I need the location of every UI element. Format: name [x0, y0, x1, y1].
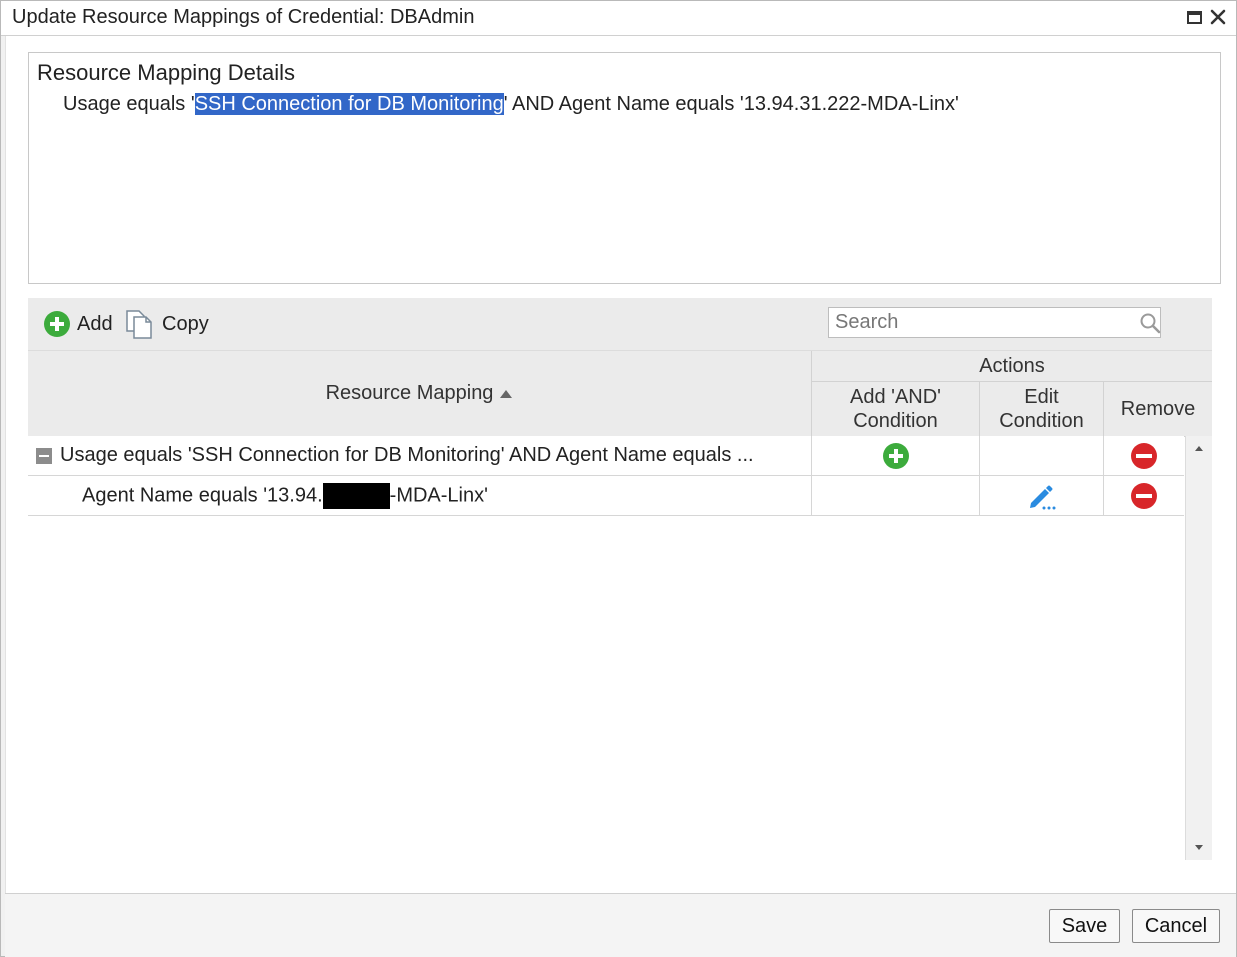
edit-header-line1: Edit	[1024, 386, 1059, 408]
remove-cell	[1104, 476, 1184, 515]
edit-condition-cell	[980, 436, 1104, 475]
vertical-scrollbar[interactable]	[1185, 436, 1212, 860]
scroll-down-arrow-icon[interactable]	[1186, 834, 1212, 860]
resource-mapping-details-panel: Resource Mapping Details Usage equals 'S…	[28, 52, 1221, 284]
table-row[interactable]: Usage equals 'SSH Connection for DB Moni…	[28, 436, 1184, 476]
add-and-header-line1: Add 'AND'	[849, 386, 941, 408]
grid-header: Resource Mapping Actions Add 'AND' Condi…	[28, 350, 1212, 437]
add-and-condition-cell	[812, 436, 980, 475]
close-icon[interactable]	[1208, 6, 1228, 28]
details-text-after: ' AND Agent Name equals '13.94.31.222-MD…	[503, 93, 959, 115]
remove-icon[interactable]	[1130, 482, 1158, 510]
details-expression: Usage equals 'SSH Connection for DB Moni…	[63, 93, 959, 116]
resource-mapping-grid: Add Copy Resource Mapping	[28, 298, 1212, 861]
search-input[interactable]	[829, 308, 1141, 337]
add-and-condition-cell	[812, 476, 980, 515]
cancel-button[interactable]: Cancel	[1132, 909, 1220, 943]
add-condition-icon[interactable]	[882, 442, 910, 470]
column-header-remove: Remove	[1120, 397, 1196, 420]
mapping-text-after: -MDA-Linx'	[389, 483, 488, 506]
resource-mapping-header-label: Resource Mapping	[325, 382, 494, 404]
details-text-before: Usage equals '	[63, 93, 195, 115]
remove-cell	[1104, 436, 1184, 475]
column-header-resource-mapping[interactable]: Resource Mapping	[28, 351, 812, 436]
column-header-actions: Actions	[812, 351, 1212, 382]
edit-icon[interactable]	[1026, 481, 1058, 511]
mapping-text: Usage equals 'SSH Connection for DB Moni…	[60, 444, 754, 466]
edit-header-line2: Condition	[999, 410, 1084, 432]
copy-icon	[126, 310, 152, 339]
save-button[interactable]: Save	[1049, 909, 1120, 943]
remove-icon[interactable]	[1130, 442, 1158, 470]
sort-ascending-icon	[500, 389, 513, 398]
search-icon[interactable]	[1139, 312, 1161, 334]
edit-condition-cell	[980, 476, 1104, 515]
add-label: Add	[77, 312, 113, 335]
scroll-up-arrow-icon[interactable]	[1186, 436, 1212, 462]
copy-button[interactable]: Copy	[124, 310, 209, 339]
details-heading: Resource Mapping Details	[37, 60, 296, 85]
table-row[interactable]: Agent Name equals '13.94. -MDA-Linx'	[28, 476, 1184, 516]
collapse-icon[interactable]	[36, 447, 52, 464]
add-button[interactable]: Add	[43, 310, 113, 338]
add-and-header-line2: Condition	[853, 410, 938, 432]
add-icon	[44, 311, 70, 337]
grid-toolbar: Add Copy	[28, 298, 1212, 350]
resource-mapping-cell: Usage equals 'SSH Connection for DB Moni…	[28, 436, 812, 475]
column-header-edit-condition: Edit Condition	[980, 382, 1104, 436]
mapping-text-before: Agent Name equals '13.94.	[82, 483, 323, 506]
details-text-selection: SSH Connection for DB Monitoring	[194, 93, 504, 115]
search-box	[828, 307, 1161, 338]
resource-mapping-cell: Agent Name equals '13.94. -MDA-Linx'	[28, 476, 812, 515]
mapping-text: Agent Name equals '13.94. -MDA-Linx'	[28, 482, 488, 509]
maximize-icon[interactable]	[1185, 6, 1205, 28]
dialog-footer: Save Cancel	[5, 893, 1236, 957]
title-bar: Update Resource Mappings of Credential: …	[1, 1, 1236, 36]
dialog-title: Update Resource Mappings of Credential: …	[12, 6, 475, 28]
scrollbar-track[interactable]	[1189, 464, 1208, 830]
resource-mapping-dialog: Update Resource Mappings of Credential: …	[0, 0, 1237, 957]
left-edge	[1, 36, 6, 956]
column-header-add-and-condition: Add 'AND' Condition	[812, 382, 980, 436]
redacted-block	[322, 482, 390, 509]
copy-label: Copy	[162, 312, 209, 335]
